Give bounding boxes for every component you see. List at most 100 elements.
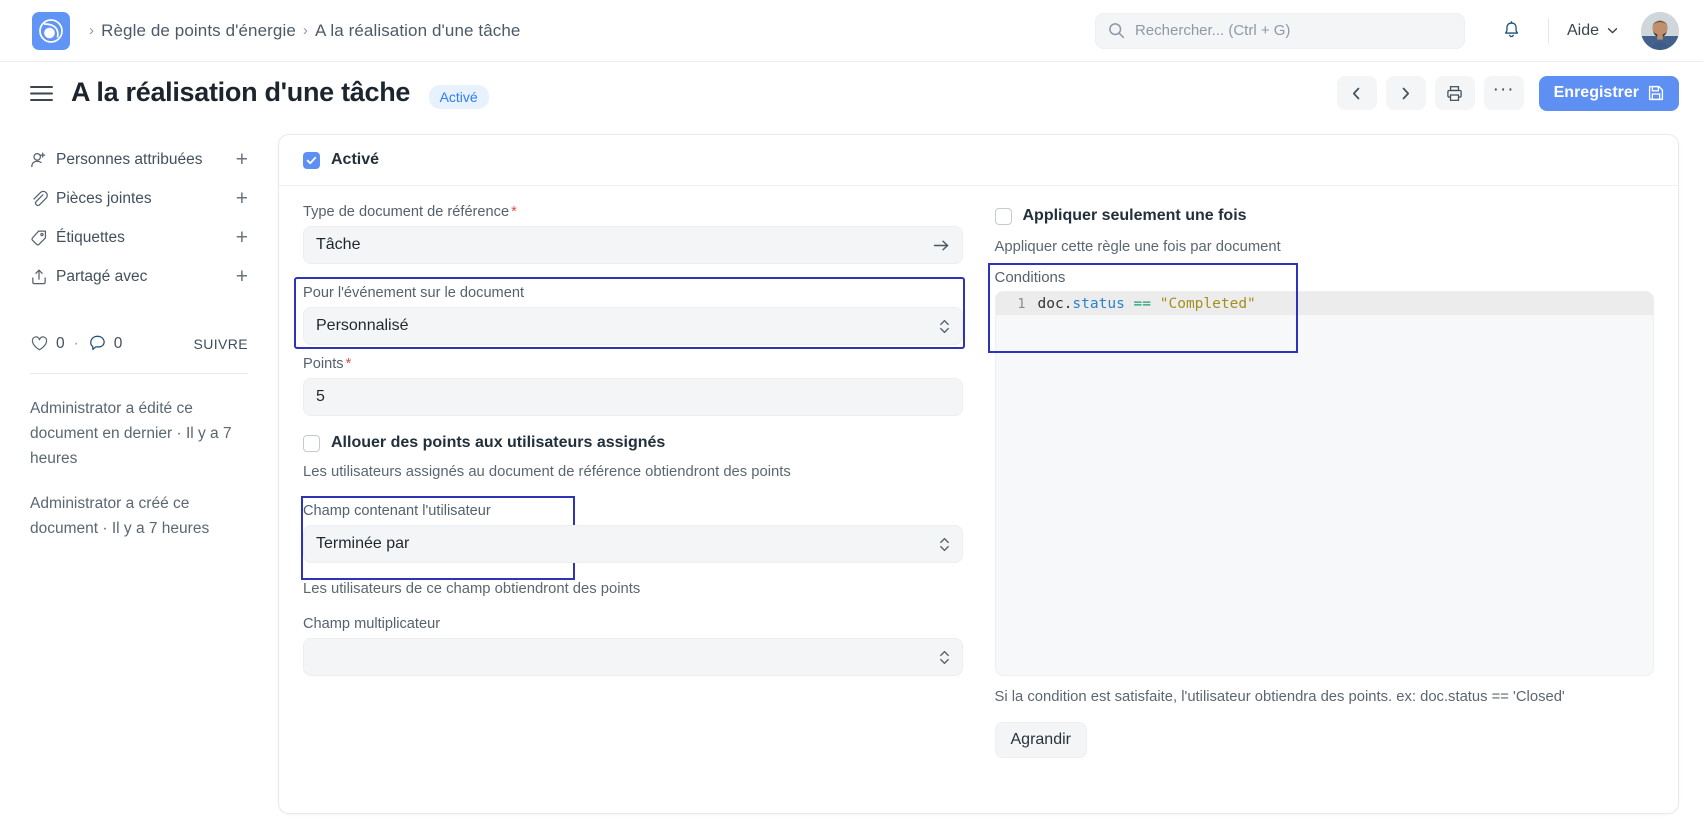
help-label: Aide [1567, 22, 1599, 40]
sidebar-toggle-button[interactable] [30, 85, 53, 102]
save-button[interactable]: Enregistrer [1539, 76, 1679, 111]
select-arrows-icon [939, 536, 950, 553]
add-tag-button[interactable]: + [228, 227, 248, 248]
apply-once-checkbox[interactable] [995, 208, 1012, 225]
arrow-right-icon[interactable] [933, 238, 950, 253]
app-logo[interactable] [32, 12, 70, 50]
reference-doctype-input[interactable]: Tâche [303, 226, 963, 264]
reference-doctype-field: Type de document de référence* Tâche [303, 204, 963, 264]
likes-group[interactable]: 0 [30, 334, 65, 353]
sidebar-item-tags[interactable]: Étiquettes + [30, 218, 248, 257]
main-content: Activé Type de document de référence* Tâ… [278, 124, 1679, 840]
chevron-right-icon [1398, 86, 1413, 101]
required-marker: * [511, 204, 517, 220]
previous-document-button[interactable] [1337, 76, 1377, 110]
search-input[interactable]: Rechercher... (Ctrl + G) [1095, 13, 1465, 49]
multiplier-label: Champ multiplicateur [303, 616, 963, 632]
search-placeholder: Rechercher... (Ctrl + G) [1135, 22, 1290, 39]
multiplier-select[interactable] [303, 638, 963, 676]
conditions-hint: Si la condition est satisfaite, l'utilis… [995, 686, 1655, 708]
conditions-field: Conditions 1 doc.status == "Completed" [995, 269, 1655, 676]
points-input[interactable]: 5 [303, 378, 963, 416]
conditions-label: Conditions [995, 269, 1655, 286]
assigned-users-checkbox-row[interactable]: Allouer des points aux utilisateurs assi… [303, 434, 963, 452]
form-left-column: Type de document de référence* Tâche [303, 204, 963, 758]
hamburger-icon [30, 85, 53, 102]
expand-editor-button[interactable]: Agrandir [995, 722, 1087, 758]
navbar-left: › Règle de points d'énergie › A la réali… [32, 12, 520, 50]
conditions-code-editor[interactable]: 1 doc.status == "Completed" [995, 291, 1655, 676]
page-actions: ··· Enregistrer [1337, 62, 1679, 124]
sidebar-note-edited: Administrator a édité ce document en der… [30, 396, 248, 471]
apply-once-checkbox-row[interactable]: Appliquer seulement une fois [995, 207, 1655, 225]
notifications-button[interactable] [1491, 16, 1532, 45]
sidebar-item-label: Étiquettes [56, 229, 228, 247]
assigned-users-checkbox[interactable] [303, 435, 320, 452]
enabled-checkbox[interactable] [303, 152, 320, 169]
avatar[interactable] [1641, 12, 1679, 50]
top-navbar: › Règle de points d'énergie › A la réali… [0, 0, 1703, 62]
comments-group[interactable]: 0 [88, 334, 123, 353]
user-field-label: Champ contenant l'utilisateur [303, 503, 963, 519]
breadcrumb: › Règle de points d'énergie › A la réali… [82, 21, 520, 41]
document-sidebar: Personnes attribuées + Pièces jointes + … [0, 124, 278, 840]
sidebar-item-assigned-to[interactable]: Personnes attribuées + [30, 140, 248, 179]
navbar-right: Rechercher... (Ctrl + G) Aide [1095, 0, 1679, 61]
form-right-column: Appliquer seulement une fois Appliquer c… [995, 204, 1655, 758]
save-button-label: Enregistrer [1554, 84, 1639, 102]
points-field: Points* 5 [303, 356, 963, 416]
sidebar-divider [30, 373, 248, 374]
assigned-users-checkbox-label: Allouer des points aux utilisateurs assi… [331, 434, 665, 452]
heart-icon [30, 334, 49, 353]
enabled-section: Activé [279, 135, 1678, 186]
save-disk-icon [1648, 85, 1664, 101]
help-menu[interactable]: Aide [1565, 18, 1621, 44]
code-token-operator: == [1134, 296, 1151, 312]
comments-count: 0 [114, 335, 123, 353]
sidebar-stats: 0 · 0 SUIVRE [30, 334, 248, 373]
expand-editor-label: Agrandir [1011, 731, 1071, 749]
chevron-down-icon [1606, 24, 1619, 37]
multiplier-field: Champ multiplicateur [303, 616, 963, 676]
user-field-value: Terminée par [316, 535, 950, 553]
search-icon [1108, 22, 1125, 39]
code-token-object: doc. [1038, 296, 1073, 312]
print-button[interactable] [1435, 76, 1475, 110]
share-icon [30, 268, 56, 286]
page-title: A la réalisation d'une tâche [71, 77, 410, 107]
code-line[interactable]: 1 doc.status == "Completed" [996, 292, 1654, 315]
event-field-label: Pour l'événement sur le document [303, 285, 963, 301]
tag-icon [30, 229, 56, 247]
breadcrumb-separator-icon: › [89, 22, 94, 39]
likes-count: 0 [56, 335, 65, 353]
add-assigned-button[interactable]: + [228, 149, 248, 170]
event-field-select[interactable]: Personnalisé [303, 307, 963, 345]
sidebar-item-shared-with[interactable]: Partagé avec + [30, 257, 248, 296]
breadcrumb-item-current[interactable]: A la réalisation d'une tâche [315, 21, 520, 41]
form-columns: Type de document de référence* Tâche [279, 186, 1678, 758]
add-share-button[interactable]: + [228, 266, 248, 287]
user-field-hint: Les utilisateurs de ce champ obtiendront… [303, 578, 963, 600]
comment-icon [88, 334, 107, 353]
more-options-button[interactable]: ··· [1484, 76, 1524, 110]
navbar-divider [1548, 18, 1549, 44]
points-label-text: Points [303, 356, 344, 372]
sidebar-note-created: Administrator a créé ce document · Il y … [30, 491, 248, 541]
sidebar-item-attachments[interactable]: Pièces jointes + [30, 179, 248, 218]
user-field-select[interactable]: Terminée par [303, 525, 963, 563]
next-document-button[interactable] [1386, 76, 1426, 110]
stats-separator: · [74, 335, 79, 353]
enabled-checkbox-row[interactable]: Activé [303, 151, 1654, 169]
code-token-space [1151, 296, 1160, 312]
points-value: 5 [316, 388, 950, 406]
apply-once-checkbox-label: Appliquer seulement une fois [1023, 207, 1247, 225]
user-field: Champ contenant l'utilisateur Terminée p… [303, 503, 963, 563]
reference-doctype-label: Type de document de référence* [303, 204, 963, 220]
add-attachment-button[interactable]: + [228, 188, 248, 209]
breadcrumb-item-rule[interactable]: Règle de points d'énergie [101, 21, 296, 41]
follow-button[interactable]: SUIVRE [193, 336, 248, 352]
page-header: A la réalisation d'une tâche Activé [0, 62, 1703, 124]
sidebar-item-label: Partagé avec [56, 268, 228, 286]
event-field-value: Personnalisé [316, 317, 950, 335]
page-title-wrap: A la réalisation d'une tâche Activé [71, 77, 489, 109]
